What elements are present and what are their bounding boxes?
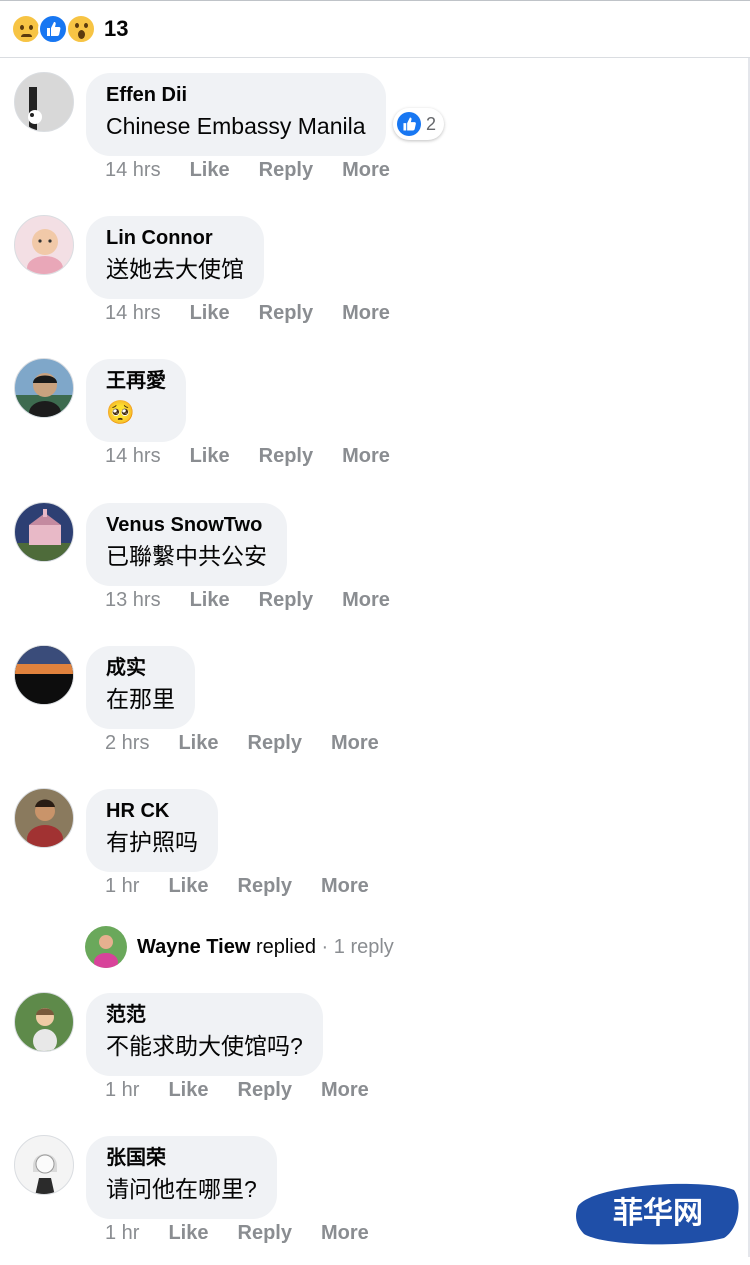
comment-bubble: Effen Dii Chinese Embassy Manila [86, 73, 386, 156]
like-button[interactable]: Like [168, 1079, 208, 1101]
like-button[interactable]: Like [178, 732, 218, 754]
commenter-name[interactable]: Effen Dii [106, 83, 366, 107]
comment-item: Effen Dii Chinese Embassy Manila 2 14 hr… [0, 72, 750, 202]
comment-bubble: 成实 在那里 [86, 646, 195, 729]
more-button[interactable]: More [321, 1222, 369, 1244]
comment-actions: 1 hr Like Reply More [105, 1222, 398, 1245]
avatar [85, 926, 127, 968]
avatar[interactable] [14, 502, 74, 562]
comment-bubble: 张国荣 请问他在哪里? [86, 1136, 277, 1219]
comment-text: 不能求助大使馆吗? [106, 1033, 303, 1059]
commenter-name[interactable]: HR CK [106, 799, 198, 823]
avatar[interactable] [14, 72, 74, 132]
commenter-name[interactable]: Venus SnowTwo [106, 513, 267, 537]
replied-summary: Wayne Tiew replied · 1 reply [137, 936, 394, 959]
sad-reaction-icon [11, 14, 41, 44]
like-button[interactable]: Like [168, 1222, 208, 1244]
comment-actions: 13 hrs Like Reply More [105, 589, 419, 612]
avatar[interactable] [14, 1135, 74, 1195]
reply-count[interactable]: 1 reply [334, 936, 394, 958]
comment-item: 范范 不能求助大使馆吗? 1 hr Like Reply More [0, 992, 750, 1122]
reply-button[interactable]: Reply [238, 1222, 292, 1244]
comment-bubble: 王再愛 🥺 [86, 359, 186, 442]
more-button[interactable]: More [321, 1079, 369, 1101]
replied-label: replied [255, 936, 316, 958]
comment-text: 在那里 [106, 686, 175, 712]
more-button[interactable]: More [342, 445, 390, 467]
commenter-name[interactable]: Lin Connor [106, 226, 244, 250]
replier-name[interactable]: Wayne Tiew [137, 936, 250, 958]
timestamp[interactable]: 1 hr [105, 875, 139, 897]
comment-bubble: HR CK 有护照吗 [86, 789, 218, 872]
reply-button[interactable]: Reply [259, 589, 313, 611]
more-button[interactable]: More [342, 589, 390, 611]
comment-text: 已聯繫中共公安 [106, 543, 267, 569]
reply-button[interactable]: Reply [238, 875, 292, 897]
avatar[interactable] [14, 358, 74, 418]
reply-button[interactable]: Reply [248, 732, 302, 754]
comment-text: 送她去大使馆 [106, 256, 244, 282]
svg-text:菲华网: 菲华网 [613, 1196, 703, 1231]
timestamp[interactable]: 13 hrs [105, 589, 161, 611]
avatar[interactable] [14, 215, 74, 275]
commenter-name[interactable]: 范范 [106, 1003, 303, 1027]
wow-reaction-icon [66, 14, 96, 44]
like-reaction-icon [38, 14, 68, 44]
reaction-count: 2 [426, 113, 437, 134]
comment-text: Chinese Embassy Manila [106, 113, 366, 139]
reply-button[interactable]: Reply [259, 445, 313, 467]
like-button[interactable]: Like [190, 302, 230, 324]
like-button[interactable]: Like [190, 445, 230, 467]
comment-bubble: Venus SnowTwo 已聯繫中共公安 [86, 503, 287, 586]
more-button[interactable]: More [331, 732, 379, 754]
comment-reaction-badge[interactable]: 2 [393, 108, 445, 140]
comment-text: 有护照吗 [106, 829, 198, 855]
timestamp[interactable]: 14 hrs [105, 302, 161, 324]
comment-item: 王再愛 🥺 14 hrs Like Reply More [0, 358, 750, 488]
timestamp[interactable]: 1 hr [105, 1222, 139, 1244]
reaction-count[interactable]: 13 [104, 16, 128, 42]
comment-item: Venus SnowTwo 已聯繫中共公安 13 hrs Like Reply Mor… [0, 502, 750, 632]
comment-text: 🥺 [106, 399, 135, 425]
reply-button[interactable]: Reply [259, 302, 313, 324]
separator: · [321, 936, 329, 958]
comment-bubble: 范范 不能求助大使馆吗? [86, 993, 323, 1076]
more-button[interactable]: More [342, 159, 390, 181]
avatar[interactable] [14, 788, 74, 848]
like-icon [397, 112, 421, 136]
comment-bubble: Lin Connor 送她去大使馆 [86, 216, 264, 299]
avatar[interactable] [14, 645, 74, 705]
commenter-name[interactable]: 王再愛 [106, 369, 166, 393]
timestamp[interactable]: 14 hrs [105, 159, 161, 181]
timestamp[interactable]: 2 hrs [105, 732, 149, 754]
comment-actions: 1 hr Like Reply More [105, 1079, 398, 1102]
comment-text: 请问他在哪里? [106, 1176, 257, 1202]
commenter-name[interactable]: 张国荣 [106, 1146, 257, 1170]
watermark-logo: 菲华网 [574, 1176, 742, 1248]
timestamp[interactable]: 1 hr [105, 1079, 139, 1101]
avatar[interactable] [14, 992, 74, 1052]
like-button[interactable]: Like [190, 159, 230, 181]
comment-item: 成实 在那里 2 hrs Like Reply More [0, 645, 750, 775]
reply-button[interactable]: Reply [238, 1079, 292, 1101]
more-button[interactable]: More [342, 302, 390, 324]
timestamp[interactable]: 14 hrs [105, 445, 161, 467]
comment-actions: 2 hrs Like Reply More [105, 732, 408, 755]
comment-item: HR CK 有护照吗 1 hr Like Reply More [0, 788, 750, 918]
reply-button[interactable]: Reply [259, 159, 313, 181]
comment-item: Lin Connor 送她去大使馆 14 hrs Like Reply More [0, 215, 750, 345]
commenter-name[interactable]: 成实 [106, 656, 175, 680]
comment-actions: 14 hrs Like Reply More [105, 159, 419, 182]
comment-actions: 14 hrs Like Reply More [105, 445, 419, 468]
reactions-bar[interactable]: 13 [0, 0, 750, 58]
comment-actions: 14 hrs Like Reply More [105, 302, 419, 325]
comment-actions: 1 hr Like Reply More [105, 875, 398, 898]
more-button[interactable]: More [321, 875, 369, 897]
like-button[interactable]: Like [190, 589, 230, 611]
like-button[interactable]: Like [168, 875, 208, 897]
